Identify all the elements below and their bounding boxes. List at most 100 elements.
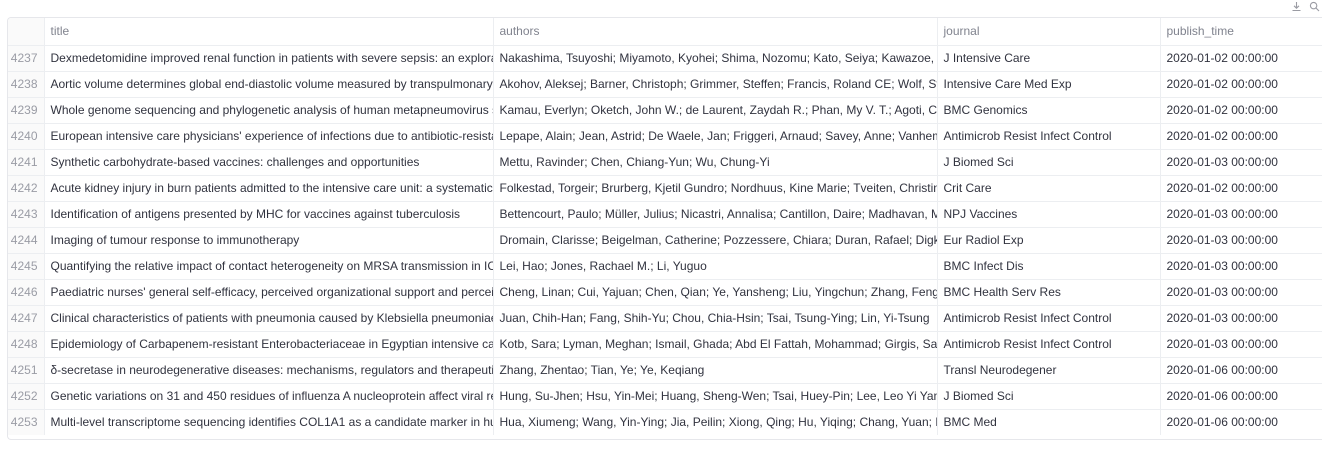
cell-publish-time[interactable]: 2020-01-02 00:00:00 [1160,45,1322,72]
cell-authors[interactable]: Nakashima, Tsuyoshi; Miyamoto, Kyohei; S… [493,45,938,72]
cell-title[interactable]: Dexmedetomidine improved renal function … [44,45,494,72]
row-index: 4248 [8,331,45,358]
cell-publish-time[interactable]: 2020-01-03 00:00:00 [1160,279,1322,306]
table-row[interactable]: 4253 Multi-level transcriptome sequencing… [8,409,1322,435]
cell-journal[interactable]: BMC Genomics [937,97,1161,124]
table-row[interactable]: 4240 European intensive care physicians' … [8,123,1322,150]
table-row[interactable]: 4244 Imaging of tumour response to immuno… [8,227,1322,254]
cell-journal[interactable]: Transl Neurodegener [937,357,1161,384]
dataframe-toolbar [1290,0,1322,14]
table-row[interactable]: 4238 Aortic volume determines global end-… [8,71,1322,98]
cell-title[interactable]: Clinical characteristics of patients wit… [44,305,494,332]
cell-authors[interactable]: Lepape, Alain; Jean, Astrid; De Waele, J… [493,123,938,150]
row-index: 4252 [8,383,45,410]
row-index: 4253 [8,409,45,435]
column-header-title[interactable]: title [44,18,494,46]
table-row[interactable]: 4246 Paediatric nurses' general self-effi… [8,279,1322,306]
table-row[interactable]: 4243 Identification of antigens presented… [8,201,1322,228]
column-header-journal[interactable]: journal [937,18,1161,46]
cell-journal[interactable]: BMC Infect Dis [937,253,1161,280]
column-header-publish-time[interactable]: publish_time [1160,18,1322,46]
table-row[interactable]: 4241 Synthetic carbohydrate-based vaccine… [8,149,1322,176]
cell-title[interactable]: Imaging of tumour response to immunother… [44,227,494,254]
row-index: 4243 [8,201,45,228]
cell-journal[interactable]: NPJ Vaccines [937,201,1161,228]
cell-authors[interactable]: Hung, Su-Jhen; Hsu, Yin-Mei; Huang, Shen… [493,383,938,410]
cell-journal[interactable]: Antimicrob Resist Infect Control [937,123,1161,150]
cell-journal[interactable]: Antimicrob Resist Infect Control [937,305,1161,332]
cell-journal[interactable]: Intensive Care Med Exp [937,71,1161,98]
cell-authors[interactable]: Folkestad, Torgeir; Brurberg, Kjetil Gun… [493,175,938,202]
cell-journal[interactable]: Eur Radiol Exp [937,227,1161,254]
cell-publish-time[interactable]: 2020-01-03 00:00:00 [1160,149,1322,176]
table-row[interactable]: 4247 Clinical characteristics of patients… [8,305,1322,332]
cell-authors[interactable]: Kamau, Everlyn; Oketch, John W.; de Laur… [493,97,938,124]
table-row[interactable]: 4252 Genetic variations on 31 and 450 res… [8,383,1322,410]
row-index: 4246 [8,279,45,306]
cell-journal[interactable]: J Intensive Care [937,45,1161,72]
row-index: 4242 [8,175,45,202]
cell-authors[interactable]: Mettu, Ravinder; Chen, Chiang-Yun; Wu, C… [493,149,938,176]
cell-authors[interactable]: Cheng, Linan; Cui, Yajuan; Chen, Qian; Y… [493,279,938,306]
column-header-authors[interactable]: authors [493,18,938,46]
table-row[interactable]: 4242 Acute kidney injury in burn patients… [8,175,1322,202]
cell-title[interactable]: Genetic variations on 31 and 450 residue… [44,383,494,410]
search-icon[interactable] [1308,0,1320,12]
row-index: 4251 [8,357,45,384]
cell-publish-time[interactable]: 2020-01-02 00:00:00 [1160,175,1322,202]
cell-authors[interactable]: Kotb, Sara; Lyman, Meghan; Ismail, Ghada… [493,331,938,358]
cell-publish-time[interactable]: 2020-01-03 00:00:00 [1160,253,1322,280]
cell-authors[interactable]: Juan, Chih-Han; Fang, Shih-Yu; Chou, Chi… [493,305,938,332]
row-index: 4244 [8,227,45,254]
cell-journal[interactable]: J Biomed Sci [937,149,1161,176]
header-row: title authors journal publish_time [8,18,1322,46]
cell-title[interactable]: Aortic volume determines global end-dias… [44,71,494,98]
cell-title[interactable]: Synthetic carbohydrate-based vaccines: c… [44,149,494,176]
row-index: 4247 [8,305,45,332]
table-row[interactable]: 4248 Epidemiology of Carbapenem-resistant… [8,331,1322,358]
row-index: 4245 [8,253,45,280]
cell-authors[interactable]: Lei, Hao; Jones, Rachael M.; Li, Yuguo [493,253,938,280]
cell-authors[interactable]: Bettencourt, Paulo; Müller, Julius; Nica… [493,201,938,228]
cell-title[interactable]: δ-secretase in neurodegenerative disease… [44,357,494,384]
cell-publish-time[interactable]: 2020-01-02 00:00:00 [1160,97,1322,124]
cell-title[interactable]: Multi-level transcriptome sequencing ide… [44,409,494,435]
cell-publish-time[interactable]: 2020-01-03 00:00:00 [1160,331,1322,358]
cell-publish-time[interactable]: 2020-01-02 00:00:00 [1160,123,1322,150]
dataframe-grid[interactable]: title authors journal publish_time 4237 D… [7,17,1322,440]
cell-title[interactable]: Paediatric nurses' general self-efficacy… [44,279,494,306]
cell-publish-time[interactable]: 2020-01-06 00:00:00 [1160,357,1322,384]
cell-title[interactable]: Epidemiology of Carbapenem-resistant Ent… [44,331,494,358]
cell-publish-time[interactable]: 2020-01-02 00:00:00 [1160,71,1322,98]
cell-title[interactable]: Quantifying the relative impact of conta… [44,253,494,280]
cell-journal[interactable]: J Biomed Sci [937,383,1161,410]
cell-title[interactable]: Whole genome sequencing and phylogenetic… [44,97,494,124]
cell-journal[interactable]: BMC Med [937,409,1161,435]
row-index: 4238 [8,71,45,98]
table-body: 4237 Dexmedetomidine improved renal funct… [8,45,1322,435]
cell-authors[interactable]: Zhang, Zhentao; Tian, Ye; Ye, Keqiang [493,357,938,384]
row-index: 4241 [8,149,45,176]
data-table: title authors journal publish_time 4237 D… [8,18,1322,435]
cell-title[interactable]: European intensive care physicians' expe… [44,123,494,150]
cell-publish-time[interactable]: 2020-01-03 00:00:00 [1160,305,1322,332]
row-index: 4240 [8,123,45,150]
table-row[interactable]: 4251 δ-secretase in neurodegenerative dis… [8,357,1322,384]
cell-authors[interactable]: Akohov, Aleksej; Barner, Christoph; Grim… [493,71,938,98]
cell-authors[interactable]: Dromain, Clarisse; Beigelman, Catherine;… [493,227,938,254]
table-row[interactable]: 4237 Dexmedetomidine improved renal funct… [8,45,1322,72]
cell-title[interactable]: Acute kidney injury in burn patients adm… [44,175,494,202]
cell-journal[interactable]: BMC Health Serv Res [937,279,1161,306]
download-icon[interactable] [1290,0,1302,12]
cell-publish-time[interactable]: 2020-01-06 00:00:00 [1160,383,1322,410]
index-column-header [8,18,45,46]
cell-publish-time[interactable]: 2020-01-03 00:00:00 [1160,227,1322,254]
table-row[interactable]: 4239 Whole genome sequencing and phylogen… [8,97,1322,124]
cell-publish-time[interactable]: 2020-01-06 00:00:00 [1160,409,1322,435]
cell-journal[interactable]: Antimicrob Resist Infect Control [937,331,1161,358]
cell-authors[interactable]: Hua, Xiumeng; Wang, Yin-Ying; Jia, Peili… [493,409,938,435]
table-row[interactable]: 4245 Quantifying the relative impact of c… [8,253,1322,280]
cell-publish-time[interactable]: 2020-01-03 00:00:00 [1160,201,1322,228]
cell-title[interactable]: Identification of antigens presented by … [44,201,494,228]
cell-journal[interactable]: Crit Care [937,175,1161,202]
